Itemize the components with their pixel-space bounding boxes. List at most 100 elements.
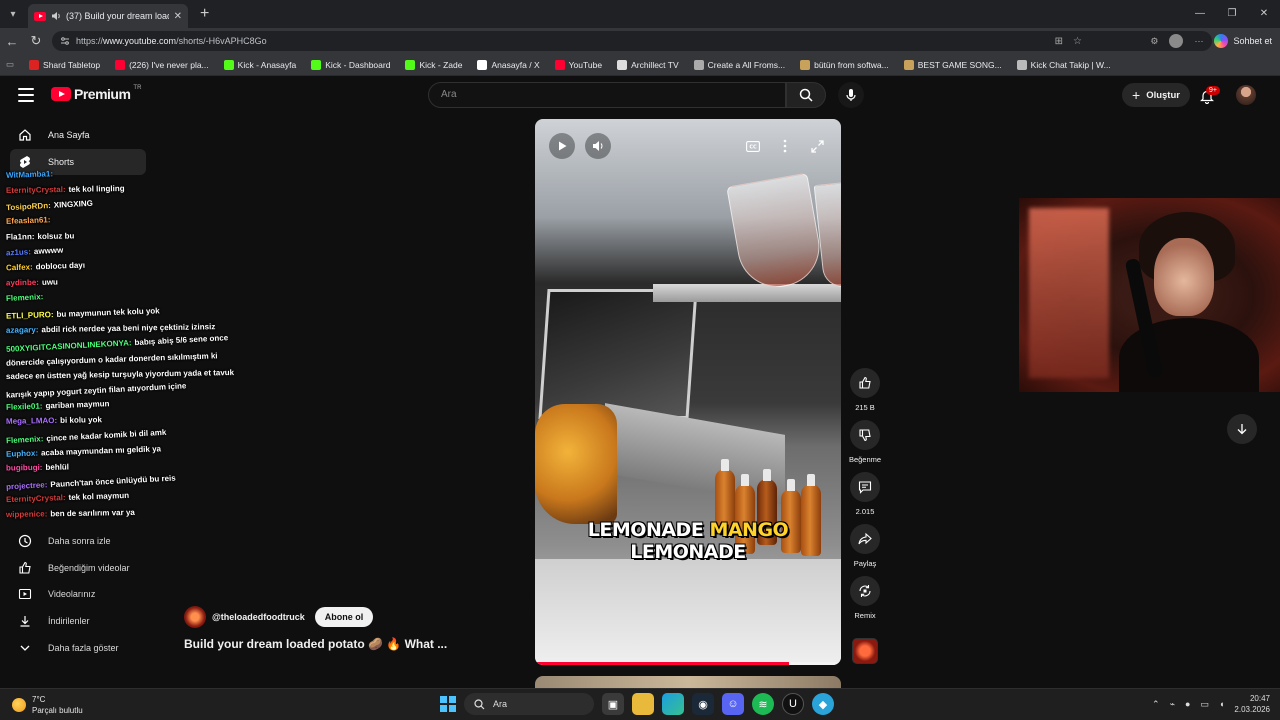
- bookmark-favicon-icon: [1016, 59, 1027, 70]
- url-host: www.youtube.com: [103, 36, 177, 46]
- spotify-icon[interactable]: ≋: [752, 693, 774, 715]
- next-short-button[interactable]: [1227, 414, 1257, 444]
- voice-search-button[interactable]: [838, 82, 864, 108]
- file-explorer-icon[interactable]: [632, 693, 654, 715]
- app-available-icon[interactable]: ⊞: [1055, 36, 1063, 47]
- subscribe-button[interactable]: Abone ol: [314, 607, 374, 627]
- volume-tray-icon[interactable]: ◖: [1219, 699, 1224, 709]
- more-menu-icon[interactable]: ⋯: [1194, 36, 1203, 47]
- video-progress-bar[interactable]: [535, 662, 841, 665]
- restore-icon[interactable]: ❐: [1216, 0, 1248, 28]
- like-button[interactable]: [850, 368, 880, 398]
- shorts-icon: [18, 155, 32, 169]
- next-short-preview[interactable]: [535, 676, 841, 688]
- weather-widget[interactable]: 7°C Parçalı bulutlu: [12, 694, 83, 716]
- reload-icon[interactable]: ↻: [24, 33, 48, 49]
- bookmark-item[interactable]: BEST GAME SONG...: [903, 59, 1002, 70]
- browser-tab-bar: ▾ (37) Build your dream loaded ✕ + — ❐ ✕: [0, 0, 1280, 28]
- menu-hamburger-icon[interactable]: [18, 88, 34, 102]
- search-button[interactable]: [786, 82, 826, 108]
- sidebar-item-liked-videos[interactable]: Beğendiğim videolar: [10, 555, 146, 581]
- tab-close-icon[interactable]: ✕: [174, 11, 182, 22]
- back-icon[interactable]: ←: [0, 34, 24, 49]
- bookmark-item[interactable]: Kick - Zade: [405, 59, 462, 70]
- audio-source-thumbnail[interactable]: [852, 638, 878, 664]
- channel-handle[interactable]: @theloadedfoodtruck: [212, 612, 305, 622]
- like-action[interactable]: 215 B: [846, 368, 884, 412]
- mic-tray-icon[interactable]: ●: [1185, 699, 1190, 709]
- bookmark-item[interactable]: Create a All Froms...: [693, 59, 785, 70]
- sidebar-item-watch-later[interactable]: Daha sonra izle: [10, 528, 146, 554]
- copilot-chat-button[interactable]: ⚙ ⋯ Sohbet et: [1150, 32, 1272, 50]
- bookmark-label: (226) I've never pla...: [129, 59, 209, 70]
- window-controls: — ❐ ✕: [1184, 0, 1280, 28]
- bookmarks-menu-icon[interactable]: ▭: [6, 59, 14, 70]
- unreal-engine-icon[interactable]: U: [782, 693, 804, 715]
- bookmark-item[interactable]: (226) I've never pla...: [115, 59, 209, 70]
- shorts-video-player[interactable]: LEMONADE MANGO LEMONADE CC: [535, 119, 841, 665]
- share-button[interactable]: [850, 524, 880, 554]
- bookmark-item[interactable]: Archillect TV: [617, 59, 679, 70]
- play-button[interactable]: [549, 133, 575, 159]
- steam-icon[interactable]: ◉: [692, 693, 714, 715]
- windows-start-icon[interactable]: [440, 696, 456, 712]
- site-info-icon[interactable]: [60, 36, 70, 46]
- chevron-down-icon: [18, 641, 32, 655]
- microphone-icon: [846, 89, 856, 101]
- youtube-premium-logo[interactable]: Premium TR: [51, 85, 141, 102]
- tray-chevron-icon[interactable]: ⌃: [1152, 699, 1160, 710]
- channel-avatar[interactable]: [184, 606, 206, 628]
- task-view-icon[interactable]: ▣: [602, 693, 624, 715]
- bookmark-item[interactable]: Kick - Anasayfa: [223, 59, 296, 70]
- url-field[interactable]: https://www.youtube.com/shorts/-H6vAPHC8…: [52, 31, 1212, 51]
- sidebar-item-show-more[interactable]: Daha fazla göster: [10, 635, 146, 661]
- comments-action[interactable]: 2.015: [846, 472, 884, 516]
- dislike-button[interactable]: [850, 420, 880, 450]
- remix-button[interactable]: [850, 576, 880, 606]
- fullscreen-button[interactable]: [806, 135, 828, 157]
- thumbs-up-icon: [18, 561, 32, 575]
- taskbar-search[interactable]: Ara: [464, 693, 594, 715]
- sidebar-item-your-videos[interactable]: Videolarınız: [10, 581, 146, 607]
- sidebar-item-home[interactable]: Ana Sayfa: [10, 122, 146, 148]
- favorite-star-icon[interactable]: ☆: [1073, 36, 1082, 47]
- sidebar-label-watch-later: Daha sonra izle: [48, 536, 111, 546]
- network-icon[interactable]: ⌁: [1170, 699, 1175, 710]
- edge-browser-icon[interactable]: [662, 693, 684, 715]
- window-close-icon[interactable]: ✕: [1248, 0, 1280, 28]
- new-tab-button[interactable]: +: [200, 5, 209, 23]
- clock[interactable]: 20:47 2.03.2026: [1234, 693, 1270, 715]
- bookmark-item[interactable]: bütün from softwa...: [800, 59, 889, 70]
- create-button[interactable]: + Oluştur: [1122, 83, 1190, 107]
- create-label: Oluştur: [1146, 89, 1180, 101]
- account-avatar[interactable]: [1236, 85, 1256, 105]
- search-input[interactable]: Ara: [428, 82, 786, 108]
- bookmark-item[interactable]: Kick - Dashboard: [311, 59, 390, 70]
- mute-button[interactable]: [585, 133, 611, 159]
- captions-button[interactable]: CC: [742, 135, 764, 157]
- browser-tab-active[interactable]: (37) Build your dream loaded ✕: [28, 4, 188, 28]
- comments-button[interactable]: [850, 472, 880, 502]
- remix-action[interactable]: Remix: [846, 576, 884, 620]
- bookmark-item[interactable]: Kick Chat Takip | W...: [1016, 59, 1111, 70]
- extensions-icon[interactable]: ⚙: [1150, 36, 1158, 47]
- display-icon[interactable]: ▭: [1200, 699, 1209, 710]
- speaker-icon[interactable]: [51, 11, 61, 21]
- tab-actions-icon[interactable]: ▾: [0, 0, 26, 28]
- share-action[interactable]: Paylaş: [846, 524, 884, 568]
- bookmark-favicon-icon: [554, 59, 565, 70]
- youtube-header: Premium TR Ara + Oluştur 9+: [0, 76, 1280, 114]
- minimize-icon[interactable]: —: [1184, 0, 1216, 28]
- bookmark-item[interactable]: Shard Tabletop: [29, 59, 100, 70]
- sidebar-item-shorts[interactable]: Shorts: [10, 149, 146, 175]
- more-options-button[interactable]: [774, 135, 796, 157]
- short-title[interactable]: Build your dream loaded potato 🥔 🔥 What …: [184, 637, 447, 651]
- bookmark-item[interactable]: YouTube: [554, 59, 602, 70]
- profile-icon[interactable]: [1169, 34, 1184, 48]
- app-icon[interactable]: ◆: [812, 693, 834, 715]
- sidebar-item-downloads[interactable]: İndirilenler: [10, 608, 146, 634]
- discord-icon[interactable]: ☺: [722, 693, 744, 715]
- url-icons: ⊞ ☆: [1055, 31, 1082, 51]
- dislike-action[interactable]: Beğenme: [846, 420, 884, 464]
- bookmark-item[interactable]: Anasayfa / X: [477, 59, 540, 70]
